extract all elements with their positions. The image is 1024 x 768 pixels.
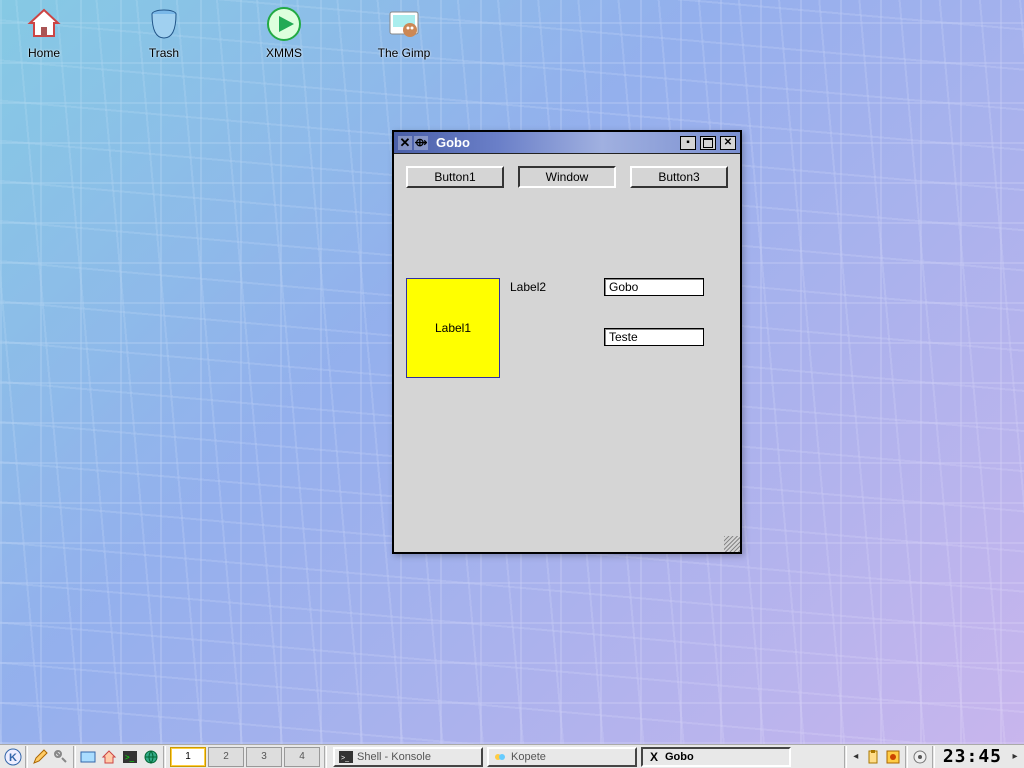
window-controls: ▪ ✕	[680, 136, 736, 150]
task-label: Shell - Konsole	[357, 751, 431, 763]
minimize-button[interactable]: ▪	[680, 136, 696, 150]
trash-icon	[144, 4, 184, 44]
separator	[932, 746, 935, 768]
button1[interactable]: Button1	[406, 166, 504, 188]
home-launcher-icon[interactable]	[100, 748, 118, 766]
task-buttons: >_ Shell - Konsole Kopete X Gobo	[333, 747, 844, 767]
label1-text: Label1	[435, 321, 471, 335]
kopete-icon	[493, 750, 507, 764]
pager-cell-4[interactable]: 4	[284, 747, 320, 767]
desktop-pager: 1 2 3 4	[170, 747, 320, 767]
desktop-icon-trash[interactable]: Trash	[134, 4, 194, 60]
task-label: Gobo	[665, 751, 694, 763]
panel-hide-icon[interactable]: ▸	[1010, 751, 1020, 762]
desktop-icon-home[interactable]: Home	[14, 4, 74, 60]
pager-cell-3[interactable]: 3	[246, 747, 282, 767]
show-desktop-icon[interactable]	[79, 748, 97, 766]
tray-expand-icon[interactable]: ◂	[851, 751, 861, 762]
button-row: Button1 Window Button3	[406, 166, 728, 188]
svg-text:K: K	[9, 752, 17, 764]
desktop-icon-label: The Gimp	[378, 46, 431, 60]
close-button[interactable]: ✕	[720, 136, 736, 150]
separator	[73, 746, 76, 768]
input-teste[interactable]	[604, 328, 704, 346]
klipper-icon[interactable]	[865, 749, 881, 765]
systray: ◂ 23:45 ▸	[847, 746, 1024, 768]
desktop-icon-label: Home	[28, 46, 60, 60]
separator	[163, 746, 166, 768]
desktop-icon-xmms[interactable]: XMMS	[254, 4, 314, 60]
browser-launcher-icon[interactable]	[142, 748, 160, 766]
xmms-icon	[264, 4, 304, 44]
task-kopete[interactable]: Kopete	[487, 747, 637, 767]
input-gobo[interactable]	[604, 278, 704, 296]
pin-icon[interactable]: ⟴	[414, 136, 428, 150]
titlebar[interactable]: ✕ ⟴ Gobo ▪ ✕	[394, 132, 740, 154]
resize-grip[interactable]	[724, 536, 740, 552]
maximize-button[interactable]	[700, 136, 716, 150]
taskbar: K >_ 1 2 3 4 >_ Shell - Konsole Kopete X…	[0, 744, 1024, 768]
button-window[interactable]: Window	[518, 166, 616, 188]
task-shell-konsole[interactable]: >_ Shell - Konsole	[333, 747, 483, 767]
kmenu-icon[interactable]: K	[4, 748, 22, 766]
app-window-gobo[interactable]: ✕ ⟴ Gobo ▪ ✕ Button1 Window Button3 Labe…	[392, 130, 742, 554]
task-label: Kopete	[511, 751, 546, 763]
svg-text:>_: >_	[341, 755, 349, 762]
label1-panel: Label1	[406, 278, 500, 378]
task-gobo[interactable]: X Gobo	[641, 747, 791, 767]
separator	[25, 746, 28, 768]
svg-text:>_: >_	[125, 753, 135, 762]
desktop-icon-label: Trash	[149, 46, 179, 60]
pencil-icon[interactable]	[31, 748, 49, 766]
label2-text: Label2	[510, 280, 546, 294]
terminal-launcher-icon[interactable]: >_	[121, 748, 139, 766]
desktop-icon-gimp[interactable]: The Gimp	[374, 4, 434, 60]
tool-icon[interactable]	[52, 748, 70, 766]
desktop-icons: Home Trash XMMS The Gimp	[14, 4, 434, 60]
home-icon	[24, 4, 64, 44]
terminal-icon: >_	[339, 750, 353, 764]
separator	[905, 746, 908, 768]
gimp-icon	[384, 4, 424, 44]
separator	[324, 746, 327, 768]
pager-cell-2[interactable]: 2	[208, 747, 244, 767]
sound-icon[interactable]	[912, 749, 928, 765]
desktop[interactable]: Home Trash XMMS The Gimp ✕ ⟴ Gobo	[0, 0, 1024, 744]
taskbar-clock[interactable]: 23:45	[939, 746, 1006, 767]
window-menu-icon[interactable]: ✕	[398, 136, 412, 150]
x-app-icon: X	[647, 750, 661, 764]
button3[interactable]: Button3	[630, 166, 728, 188]
pager-cell-1[interactable]: 1	[170, 747, 206, 767]
taskbar-launchers: K >_	[0, 745, 166, 768]
tray-app-icon[interactable]	[885, 749, 901, 765]
window-title: Gobo	[436, 135, 680, 150]
window-body: Button1 Window Button3 Label1 Label2	[394, 154, 740, 552]
desktop-icon-label: XMMS	[266, 46, 302, 60]
